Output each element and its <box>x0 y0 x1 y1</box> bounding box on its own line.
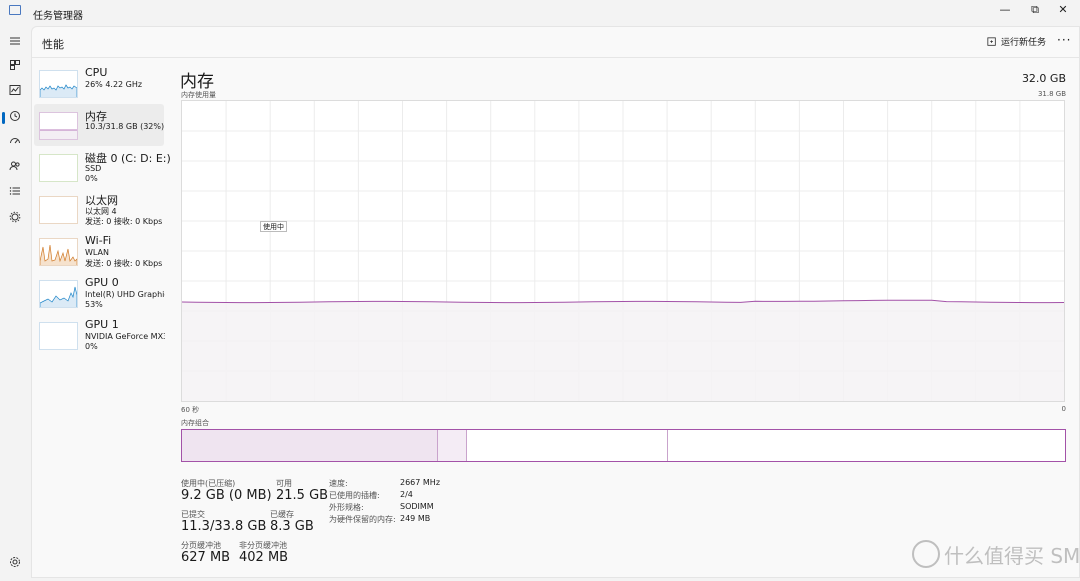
page-title: 性能 <box>42 38 64 51</box>
composition-modified <box>438 430 467 461</box>
device-list: CPU 26% 4.22 GHz 内存 10.3/31.8 GB (32%) 磁… <box>34 62 171 356</box>
watermark-text: 什么值得买 SMYZ.NET <box>944 544 1080 568</box>
gpu1-thumbnail <box>39 322 78 350</box>
run-task-icon <box>987 36 996 46</box>
device-gpu0[interactable]: GPU 0 Intel(R) UHD Graphics 53% <box>34 272 165 314</box>
graph-max: 31.8 GB <box>1037 90 1066 98</box>
graph-label: 内存使用量 <box>181 91 216 99</box>
active-indicator <box>2 112 5 124</box>
nonpaged-pool-value: 402 MB <box>239 550 289 565</box>
gpu0-thumbnail <box>39 280 78 308</box>
close-button[interactable]: ✕ <box>1054 3 1072 17</box>
device-detail: 26% 4.22 GHz <box>85 80 143 89</box>
device-detail: NVIDIA GeForce MX3 <box>85 332 165 341</box>
startup-icon[interactable] <box>7 133 23 149</box>
form-factor-value: SODIMM <box>400 502 434 511</box>
device-detail-2: 发送: 0 接收: 0 Kbps <box>85 217 163 226</box>
device-name: CPU <box>85 66 108 79</box>
memory-graph-svg <box>182 101 1064 401</box>
more-options-button[interactable]: ··· <box>1057 33 1071 47</box>
services-icon[interactable] <box>7 209 23 225</box>
slots-label: 已使用的插槽: <box>329 491 380 500</box>
available-value: 21.5 GB <box>276 488 329 503</box>
paged-pool-value: 627 MB <box>181 550 231 565</box>
watermark-logo-icon <box>912 540 940 568</box>
processes-icon[interactable] <box>7 57 23 73</box>
device-cpu[interactable]: CPU 26% 4.22 GHz <box>34 62 164 104</box>
hardware-reserved-label: 为硬件保留的内存: <box>329 515 396 524</box>
memory-total: 32.0 GB <box>1021 72 1066 85</box>
run-new-task-label: 运行新任务 <box>1001 38 1047 48</box>
device-detail: SSD <box>85 164 102 173</box>
hardware-reserved-value: 249 MB <box>400 514 431 523</box>
memory-usage-graph <box>181 100 1065 402</box>
device-detail: WLAN <box>85 248 110 257</box>
device-detail-2: 53% <box>85 300 103 309</box>
header-divider <box>32 57 1079 58</box>
device-detail-2: 0% <box>85 174 98 183</box>
memory-thumbnail <box>39 112 78 140</box>
speed-value: 2667 MHz <box>400 478 441 487</box>
cpu-thumbnail <box>39 70 78 98</box>
composition-label: 内存组合 <box>181 419 209 427</box>
slots-value: 2/4 <box>400 490 413 499</box>
settings-icon[interactable] <box>7 554 23 570</box>
speed-label: 速度: <box>329 479 348 488</box>
main-panel: 性能 运行新任务 ··· CPU 26% 4.22 GHz 内存 10.3/31… <box>31 26 1080 578</box>
axis-time-start: 60 秒 <box>181 406 200 414</box>
window-title: 任务管理器 <box>33 11 83 22</box>
app-history-icon[interactable] <box>7 108 23 124</box>
title-bar: 任务管理器 — ⧉ ✕ <box>0 0 1080 26</box>
restore-button[interactable]: ⧉ <box>1026 3 1044 17</box>
device-memory[interactable]: 内存 10.3/31.8 GB (32%) <box>34 104 164 146</box>
device-ethernet[interactable]: 以太网 以太网 4 发送: 0 接收: 0 Kbps <box>34 188 164 230</box>
device-name: Wi-Fi <box>85 234 112 247</box>
wifi-thumbnail <box>39 238 78 266</box>
menu-icon[interactable] <box>7 33 23 49</box>
device-name: GPU 0 <box>85 276 119 289</box>
performance-icon[interactable] <box>7 82 23 98</box>
nav-rail <box>0 26 31 581</box>
graph-tooltip: 使用中 <box>260 221 287 232</box>
memory-composition-bar <box>181 429 1066 462</box>
in-use-value: 9.2 GB (0 MB) <box>181 488 272 503</box>
memory-title: 内存 <box>180 72 214 92</box>
device-detail-2: 发送: 0 接收: 0 Kbps <box>85 259 163 268</box>
device-gpu1[interactable]: GPU 1 NVIDIA GeForce MX3 0% <box>34 314 165 356</box>
axis-time-end: 0 <box>1061 405 1066 413</box>
users-icon[interactable] <box>7 158 23 174</box>
device-detail: Intel(R) UHD Graphics <box>85 290 165 299</box>
device-disk[interactable]: 磁盘 0 (C: D: E:) SSD 0% <box>34 146 171 188</box>
run-new-task-button[interactable]: 运行新任务 <box>987 35 1046 48</box>
device-detail: 10.3/31.8 GB (32%) <box>85 122 165 131</box>
minimize-button[interactable]: — <box>996 3 1014 17</box>
composition-in-use <box>182 430 438 461</box>
composition-free <box>668 430 1064 461</box>
committed-value: 11.3/33.8 GB <box>181 519 267 534</box>
device-name: GPU 1 <box>85 318 119 331</box>
composition-standby <box>467 430 668 461</box>
form-factor-label: 外形规格: <box>329 503 364 512</box>
device-detail-2: 0% <box>85 342 98 351</box>
memory-usage-area <box>182 300 1064 401</box>
device-wifi[interactable]: Wi-Fi WLAN 发送: 0 接收: 0 Kbps <box>34 230 164 272</box>
disk-thumbnail <box>39 154 78 182</box>
cached-value: 8.3 GB <box>270 519 314 534</box>
ethernet-thumbnail <box>39 196 78 224</box>
task-manager-icon <box>9 5 21 15</box>
details-icon[interactable] <box>7 183 23 199</box>
